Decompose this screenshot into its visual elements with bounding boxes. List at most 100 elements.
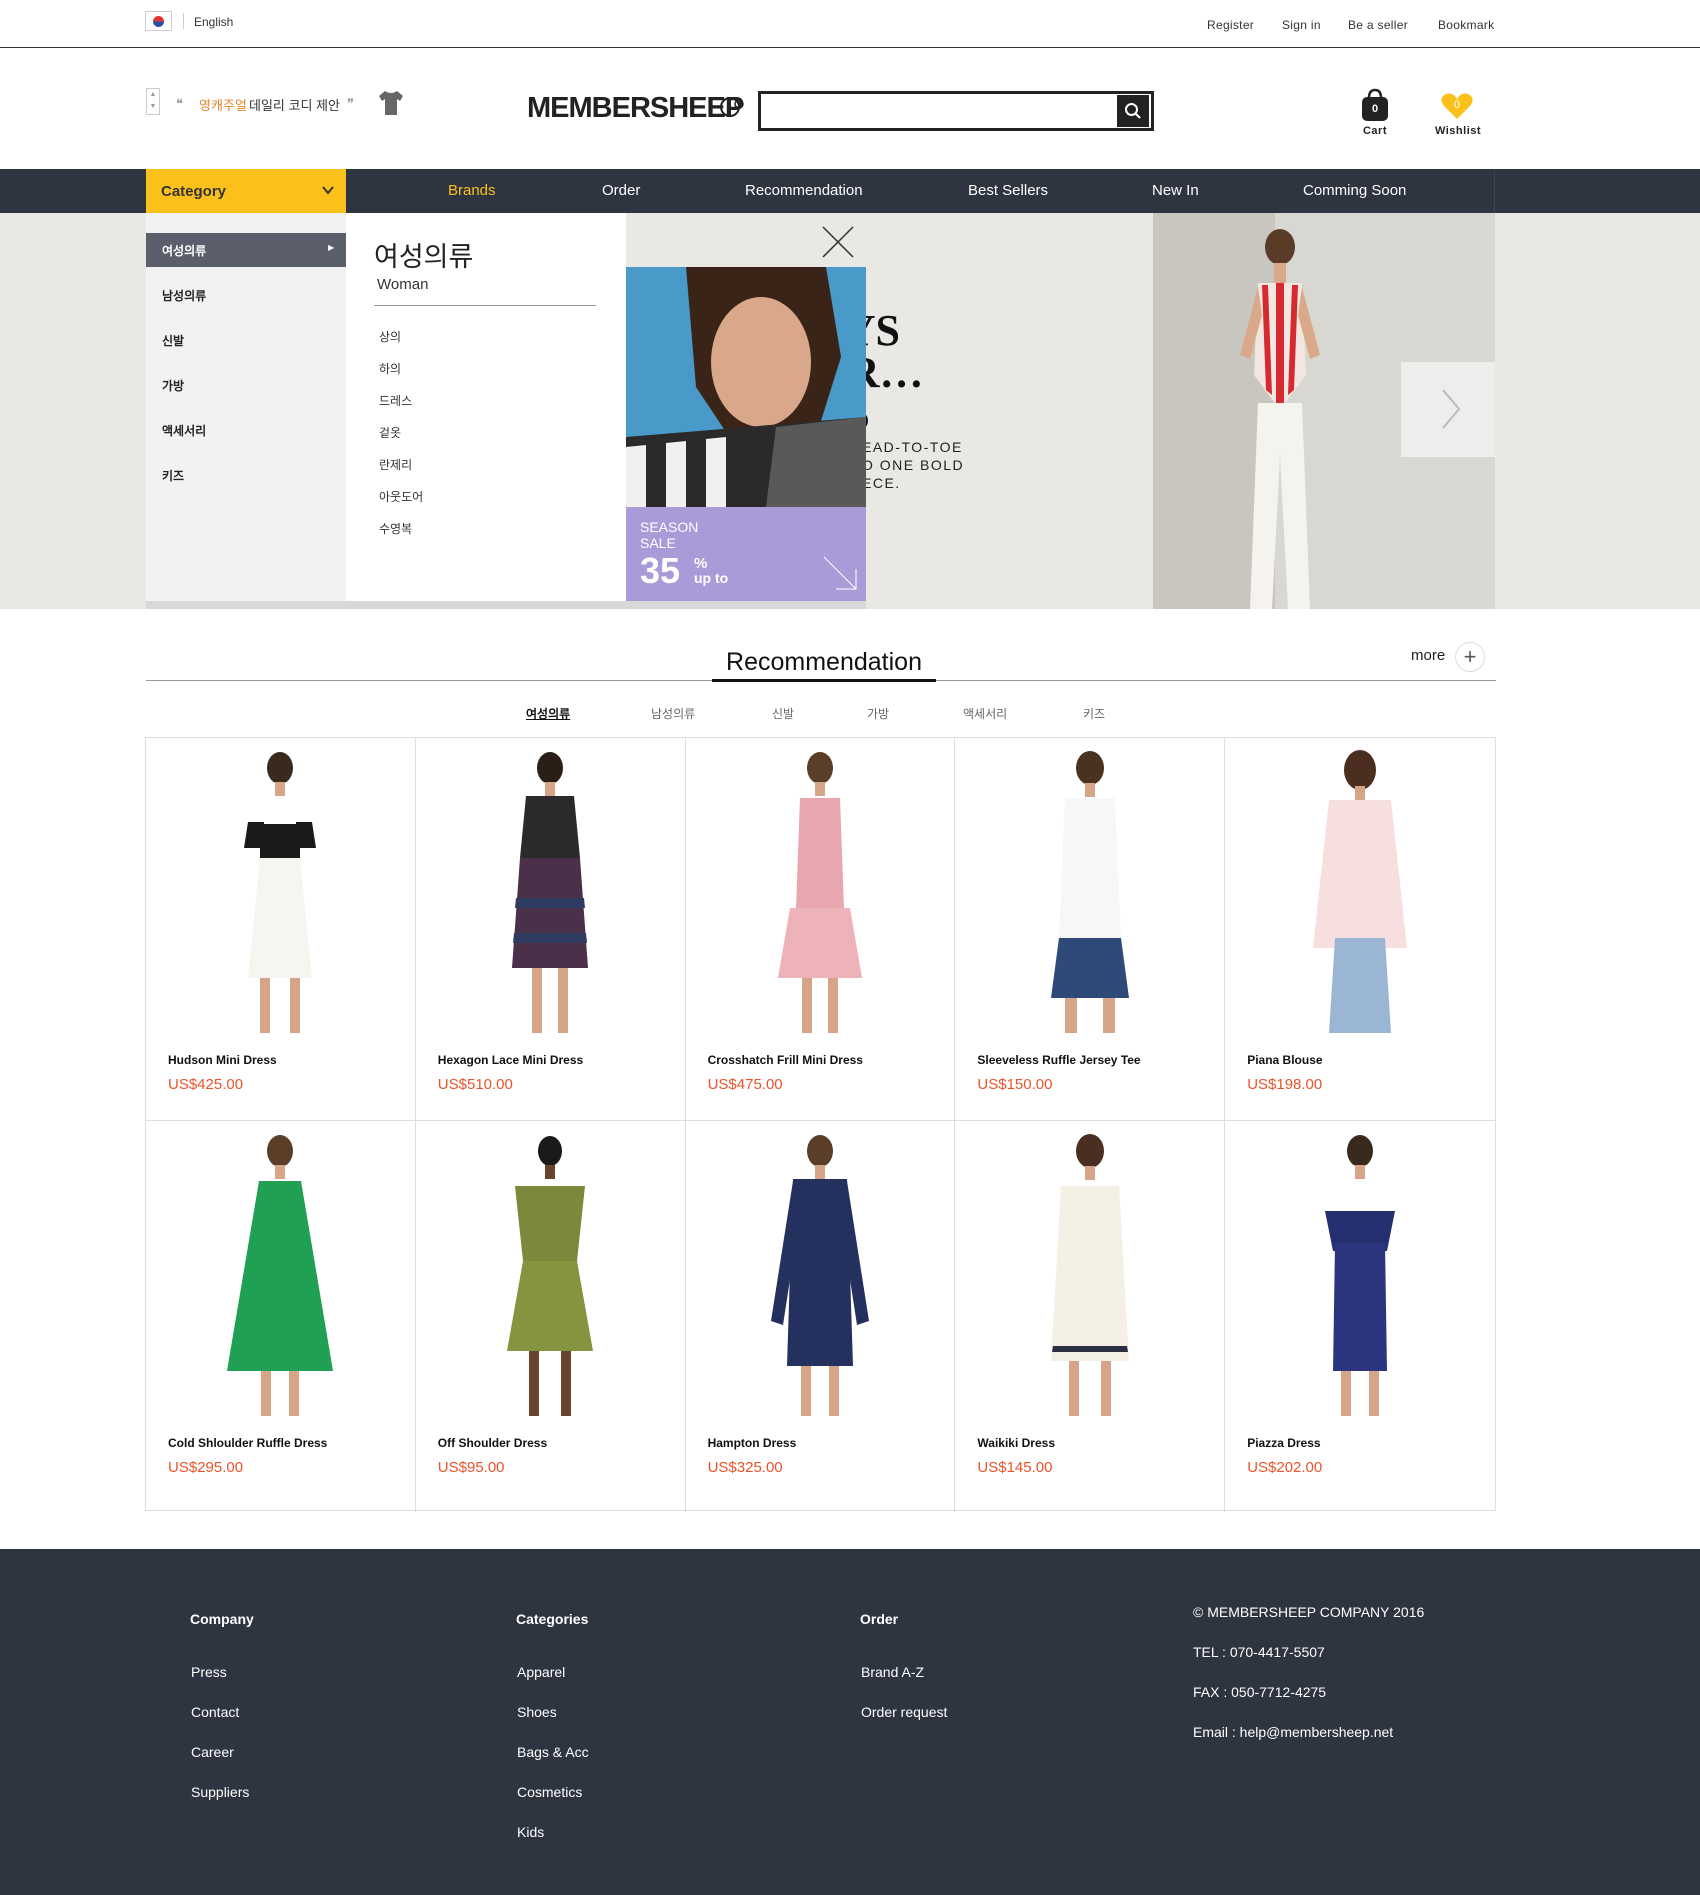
category-dropdown[interactable]: Category (146, 169, 346, 213)
quote-open-icon: ❝ (176, 96, 183, 111)
product-name[interactable]: Cold Shloulder Ruffle Dress (168, 1436, 327, 1450)
shirt-icon[interactable] (376, 88, 406, 118)
product-price: US$95.00 (437, 1459, 505, 1476)
product-image (507, 1136, 594, 1416)
nav-brands[interactable]: Brands (448, 182, 496, 199)
product-card[interactable]: Waikiki Dress US$145.00 (955, 1121, 1226, 1512)
footer-link[interactable]: Kids (517, 1824, 544, 1840)
plus-icon[interactable]: + (1455, 642, 1485, 672)
product-name[interactable]: Off Shoulder Dress (438, 1436, 547, 1450)
promo-brand[interactable]: 영캐주얼 (199, 95, 247, 114)
sale-line1: SEASON (640, 519, 699, 535)
site-logo[interactable]: MEMBERSHEEP (527, 92, 744, 125)
product-name[interactable]: Hudson Mini Dress (168, 1053, 277, 1067)
footer-link[interactable]: Order request (861, 1704, 947, 1720)
category-item-kids[interactable]: 키즈 (162, 467, 184, 484)
footer-link[interactable]: Cosmetics (517, 1784, 582, 1800)
footer-link[interactable]: Bags & Acc (517, 1744, 589, 1760)
bookmark-link[interactable]: Bookmark (1438, 18, 1494, 32)
nav-recommendation[interactable]: Recommendation (745, 182, 863, 199)
footer-link[interactable]: Shoes (517, 1704, 557, 1720)
footer-link[interactable]: Brand A-Z (861, 1664, 924, 1680)
tab-accessories[interactable]: 액세서리 (963, 705, 1007, 722)
product-card[interactable]: Off Shoulder Dress US$95.00 (416, 1121, 686, 1512)
tab-shoes[interactable]: 신발 (772, 705, 794, 722)
product-name[interactable]: Piana Blouse (1247, 1053, 1322, 1067)
cart-count-badge: 0 (1371, 103, 1379, 115)
footer-company-title: Company (190, 1611, 254, 1627)
divider (374, 305, 596, 306)
footer-email[interactable]: Email : help@membersheep.net (1193, 1724, 1393, 1740)
product-card[interactable]: Crosshatch Frill Mini Dress US$475.00 (685, 738, 956, 1121)
subcategory-item[interactable]: 하의 (379, 360, 401, 377)
search-button[interactable] (1117, 95, 1149, 127)
subcategory-item[interactable]: 겉옷 (379, 424, 401, 441)
sign-in-link[interactable]: Sign in (1282, 18, 1321, 32)
category-item-shoes[interactable]: 신발 (162, 332, 184, 349)
product-card[interactable]: Piazza Dress US$202.00 (1225, 1121, 1495, 1512)
close-icon[interactable] (818, 222, 858, 262)
footer-link[interactable]: Press (191, 1664, 227, 1680)
subcategory-item[interactable]: 아웃도어 (379, 488, 423, 505)
product-card[interactable]: Piana Blouse US$198.00 (1225, 738, 1495, 1121)
product-name[interactable]: Hexagon Lace Mini Dress (438, 1053, 583, 1067)
arrow-down-right-icon (823, 556, 857, 590)
footer-link[interactable]: Contact (191, 1704, 239, 1720)
product-card[interactable]: Sleeveless Ruffle Jersey Tee US$150.00 (955, 738, 1226, 1121)
product-name[interactable]: Crosshatch Frill Mini Dress (708, 1053, 863, 1067)
search-input[interactable] (758, 91, 1154, 131)
footer-categories-title: Categories (516, 1611, 589, 1627)
product-card[interactable]: Cold Shloulder Ruffle Dress US$295.00 (146, 1121, 416, 1512)
category-item-accessories[interactable]: 액세서리 (162, 422, 206, 439)
language-selector[interactable]: English (194, 15, 233, 29)
product-image (512, 752, 589, 1033)
nav-new-in[interactable]: New In (1152, 182, 1199, 199)
nav-best-sellers[interactable]: Best Sellers (968, 182, 1048, 199)
nav-order[interactable]: Order (602, 182, 640, 199)
nav-comming-soon[interactable]: Comming Soon (1303, 182, 1406, 199)
tab-kids[interactable]: 키즈 (1083, 705, 1105, 722)
product-image (777, 752, 862, 1033)
category-item-women[interactable]: 여성의류 (162, 242, 206, 259)
model-figure (1240, 229, 1320, 609)
product-card[interactable]: Hudson Mini Dress US$425.00 (146, 738, 416, 1121)
footer-order-title: Order (860, 1611, 899, 1627)
wishlist-label[interactable]: Wishlist (1425, 125, 1491, 137)
product-price: US$202.00 (1247, 1459, 1323, 1476)
product-card[interactable]: Hexagon Lace Mini Dress US$510.00 (415, 738, 686, 1121)
product-name[interactable]: Waikiki Dress (977, 1436, 1055, 1450)
footer-fax: FAX : 050-7712-4275 (1193, 1684, 1327, 1700)
product-name[interactable]: Sleeveless Ruffle Jersey Tee (977, 1053, 1140, 1067)
caret-right-icon: ▶ (328, 243, 335, 252)
product-image (1313, 750, 1408, 1033)
hero-next-button[interactable] (1401, 362, 1495, 457)
product-price: US$150.00 (977, 1076, 1053, 1093)
tab-bags[interactable]: 가방 (867, 705, 889, 722)
product-image (1325, 1135, 1396, 1416)
korea-flag-icon[interactable] (145, 11, 172, 31)
promo-text[interactable]: 데일리 코디 제안 (249, 95, 340, 114)
sale-upto: up to (694, 570, 729, 586)
tab-men[interactable]: 남성의류 (651, 705, 695, 722)
subcategory-item[interactable]: 드레스 (379, 392, 412, 409)
footer-link[interactable]: Suppliers (191, 1784, 249, 1800)
title-underline (712, 679, 936, 682)
subcategory-item[interactable]: 수영복 (379, 520, 412, 537)
category-item-bags[interactable]: 가방 (162, 377, 184, 394)
subcategory-item[interactable]: 란제리 (379, 456, 412, 473)
subcategory-item[interactable]: 상의 (379, 328, 401, 345)
register-link[interactable]: Register (1207, 18, 1254, 32)
product-card[interactable]: Hampton Dress US$325.00 (686, 1121, 956, 1512)
promo-stepper[interactable]: ▲ ▼ (146, 88, 160, 115)
be-a-seller-link[interactable]: Be a seller (1348, 18, 1408, 32)
more-link[interactable]: more (1411, 647, 1445, 664)
product-name[interactable]: Piazza Dress (1247, 1436, 1320, 1450)
cart-label[interactable]: Cart (1350, 125, 1400, 137)
footer-link[interactable]: Career (191, 1744, 234, 1760)
product-name[interactable]: Hampton Dress (708, 1436, 797, 1450)
hero-sub-line: ECE. (862, 475, 901, 491)
footer-link[interactable]: Apparel (517, 1664, 565, 1680)
product-image (1050, 1134, 1129, 1416)
tab-women[interactable]: 여성의류 (526, 705, 570, 722)
category-item-men[interactable]: 남성의류 (162, 287, 206, 304)
